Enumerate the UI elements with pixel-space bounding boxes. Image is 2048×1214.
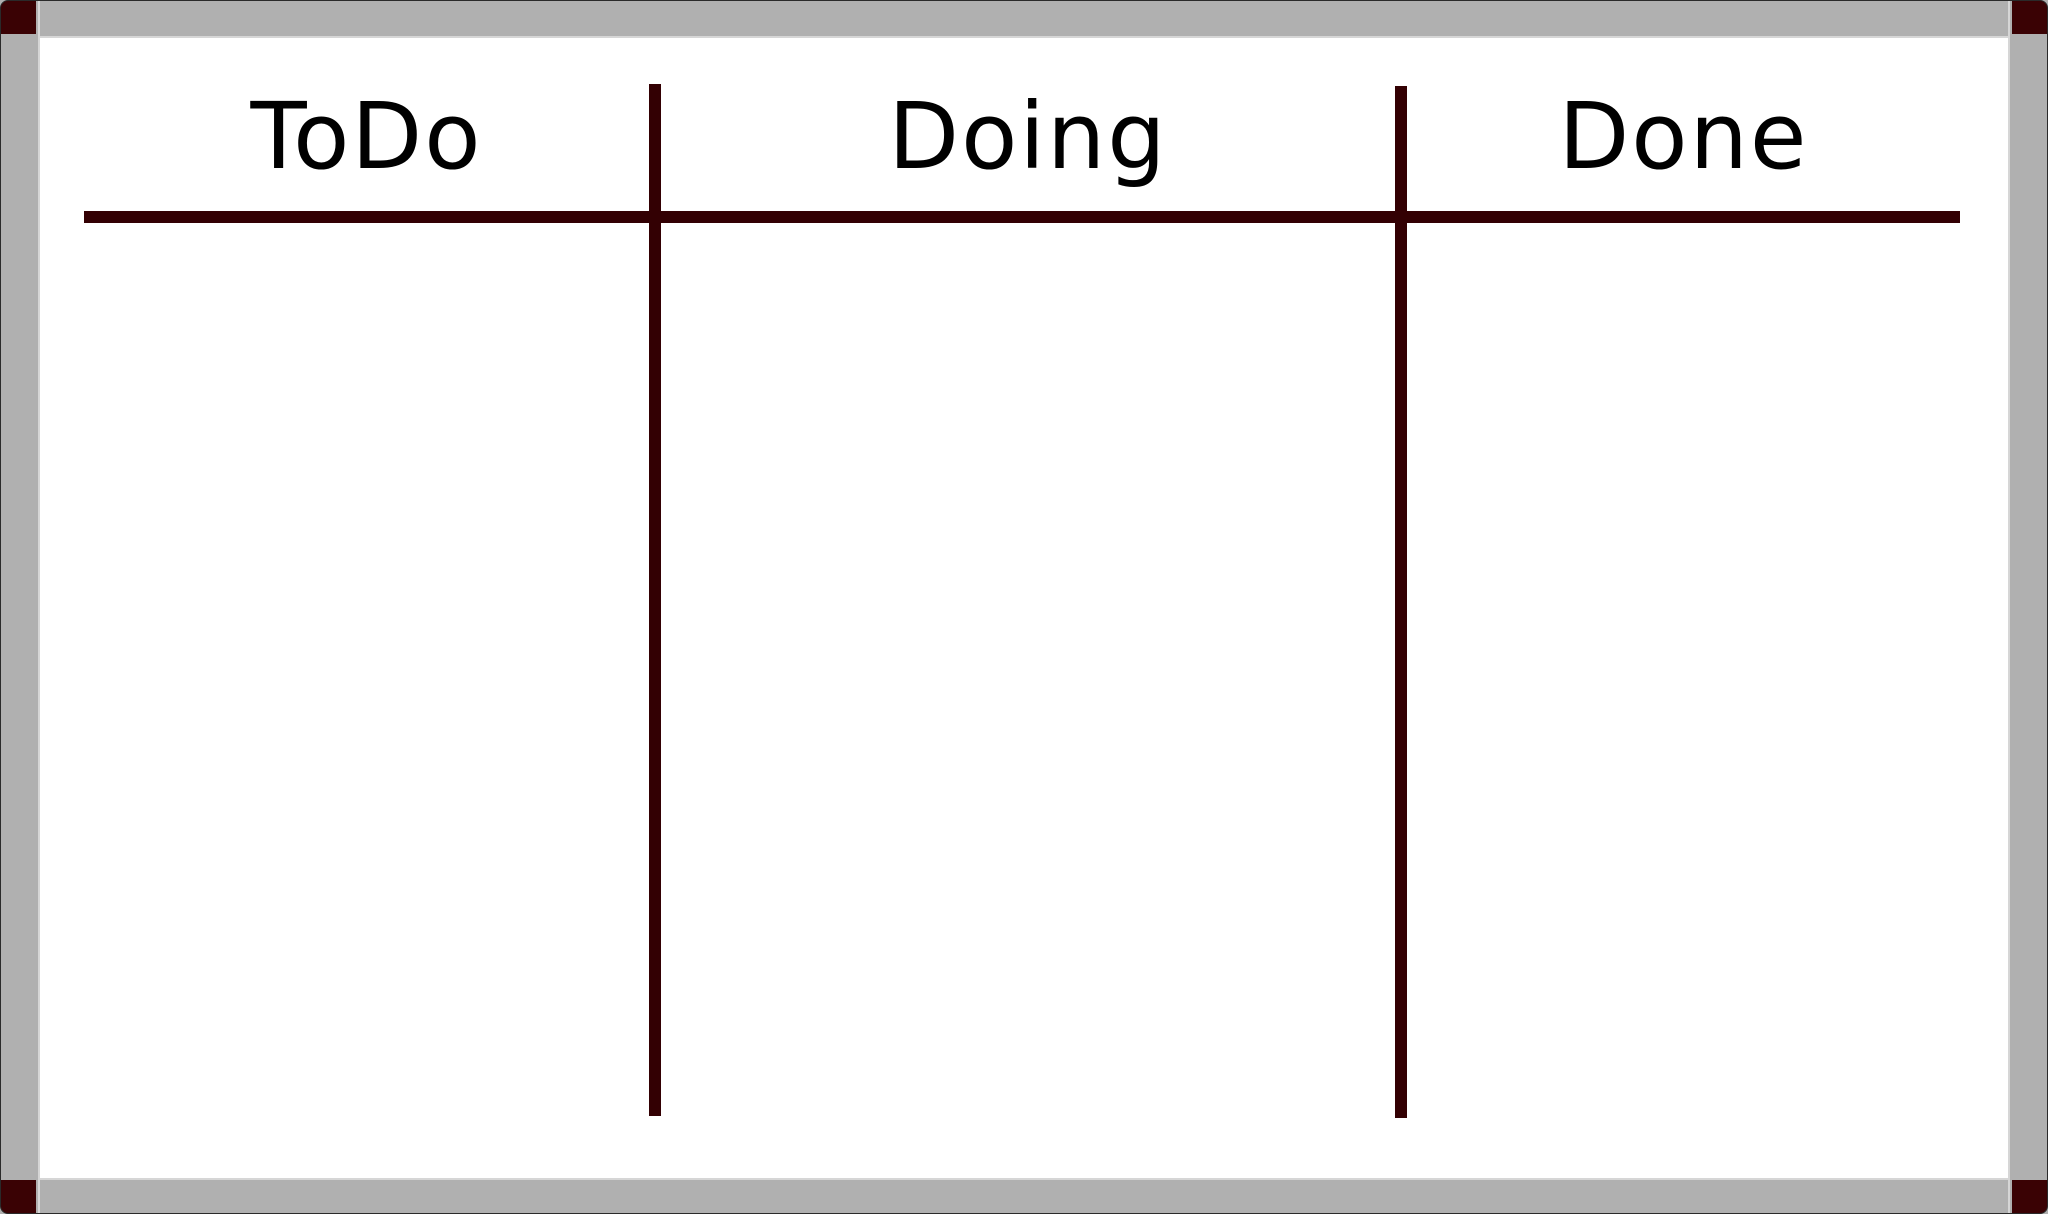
header-divider-line <box>84 211 1960 223</box>
frame-left-edge <box>0 0 40 1214</box>
corner-cap-top-right <box>2012 0 2048 34</box>
column-heading-done: Done <box>1558 83 1809 190</box>
column-heading-doing: Doing <box>888 83 1168 190</box>
whiteboard: ToDo Doing Done <box>0 0 2048 1214</box>
frame-top-edge <box>0 0 2048 38</box>
column-heading-todo: ToDo <box>250 83 483 190</box>
frame-right-edge <box>2008 0 2048 1214</box>
board-surface <box>40 38 2006 1176</box>
corner-cap-bottom-left <box>0 1180 36 1214</box>
frame-bottom-edge <box>0 1178 2048 1214</box>
corner-cap-bottom-right <box>2012 1180 2048 1214</box>
corner-cap-top-left <box>0 0 36 34</box>
column-divider-2 <box>1395 86 1407 1118</box>
column-divider-1 <box>649 84 661 1116</box>
